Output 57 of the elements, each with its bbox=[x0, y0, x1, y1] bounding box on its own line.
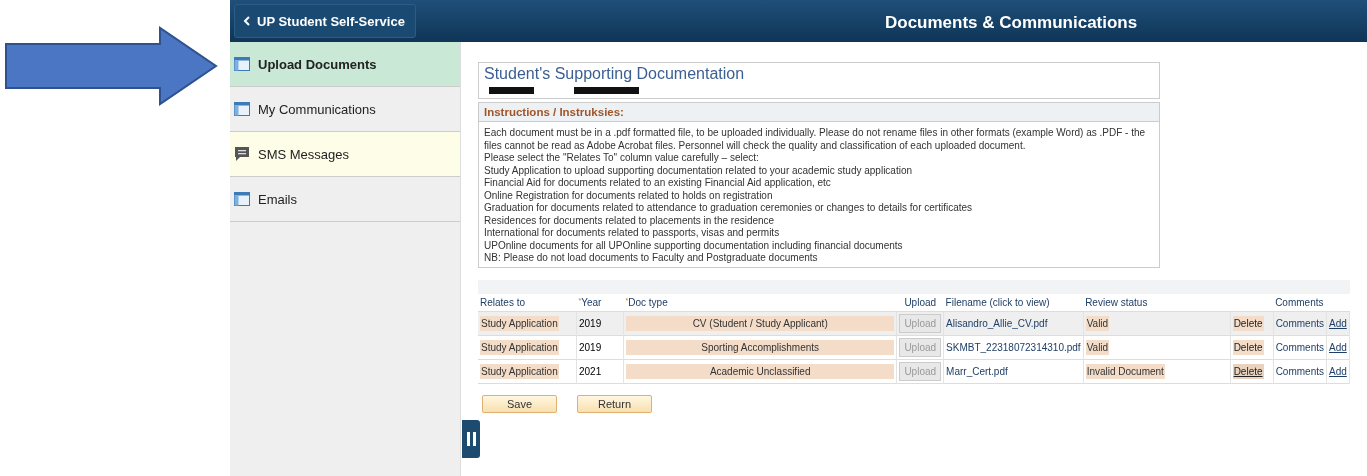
instruction-text: International for documents related to passports, visas and permits bbox=[484, 227, 781, 240]
year-value: 2021 bbox=[579, 365, 602, 377]
doc-type-value: Sporting Accomplishments bbox=[626, 339, 895, 355]
instruction-text: Please select the "Relates To" column value carefully – select: bbox=[484, 152, 760, 165]
instruction-text: Residences for documents related to placements in the residence bbox=[484, 214, 776, 227]
return-button[interactable]: Return bbox=[577, 394, 652, 413]
filename-link[interactable]: Marr_Cert.pdf bbox=[946, 365, 1008, 377]
back-button[interactable]: UP Student Self-Service bbox=[234, 4, 416, 38]
column-header: Year bbox=[581, 296, 602, 308]
add-link[interactable]: Add bbox=[1329, 365, 1347, 377]
comments-link[interactable]: Comments bbox=[1275, 365, 1324, 377]
redaction-mark bbox=[574, 87, 639, 94]
panel-title: Student's Supporting Documentation bbox=[484, 65, 746, 83]
chat-icon bbox=[234, 146, 250, 162]
column-header: Filename (click to view) bbox=[945, 296, 1050, 308]
instruction-text: Study Application to upload supporting documentation related to your academic study application bbox=[484, 164, 914, 177]
year-value: 2019 bbox=[579, 317, 602, 329]
add-link[interactable]: Add bbox=[1329, 341, 1347, 353]
page-title: Documents & Communications bbox=[885, 13, 1138, 33]
column-header: Doc type bbox=[628, 296, 668, 308]
window-icon bbox=[234, 192, 250, 206]
doc-type-value: Academic Unclassified bbox=[626, 363, 895, 379]
relates-to-value: Study Application bbox=[480, 315, 559, 331]
review-status-value: Invalid Document bbox=[1085, 363, 1165, 379]
relates-to-value: Study Application bbox=[480, 363, 559, 379]
pause-button[interactable] bbox=[462, 420, 480, 458]
instruction-text: UPOnline documents for all UPOnline supporting documentation including financial documents bbox=[484, 239, 904, 252]
review-status-value: Valid bbox=[1085, 315, 1110, 331]
sidebar-item[interactable]: SMS Messages bbox=[230, 132, 460, 177]
redaction-mark bbox=[489, 87, 534, 94]
window-icon bbox=[234, 102, 250, 116]
year-value: 2019 bbox=[579, 341, 602, 353]
add-link[interactable]: Add bbox=[1329, 317, 1347, 329]
column-header: Relates to bbox=[480, 296, 526, 308]
chevron-icon bbox=[243, 16, 251, 26]
window-icon bbox=[234, 57, 250, 71]
delete-link[interactable]: Delete bbox=[1232, 339, 1264, 355]
comments-link[interactable]: Comments bbox=[1275, 341, 1324, 353]
save-button[interactable]: Save bbox=[482, 394, 557, 413]
instruction-text: NB: Please do not load documents to Faculty and Postgraduate documents bbox=[484, 252, 819, 265]
instruction-text: Graduation for documents related to attendance to graduation ceremonies or changes to details for certificates bbox=[484, 202, 974, 215]
column-header: Upload bbox=[904, 296, 937, 308]
instructions-heading: Instructions / Instruksies: bbox=[478, 102, 1160, 122]
comments-link[interactable]: Comments bbox=[1275, 317, 1324, 329]
column-header: Review status bbox=[1085, 296, 1148, 308]
instruction-text: Financial Aid for documents related to an existing Financial Aid application, etc bbox=[484, 177, 832, 190]
sidebar-item[interactable]: Upload Documents bbox=[230, 42, 460, 87]
column-header: Comments bbox=[1275, 296, 1324, 308]
instruction-text: Each document must be in a .pdf formatted file, to be uploaded individually. Please do not rename files in other formats (example Word) as .PDF - the files cannot be read as Adobe Acrobat files. Personnel will check the quality and classification of each uploaded document. bbox=[484, 127, 1147, 152]
instruction-text: Online Registration for documents related to holds on registration bbox=[484, 189, 774, 202]
delete-link[interactable]: Delete bbox=[1232, 363, 1264, 379]
relates-to-value: Study Application bbox=[480, 339, 559, 355]
delete-link[interactable]: Delete bbox=[1232, 315, 1264, 331]
doc-type-value: CV (Student / Study Applicant) bbox=[626, 315, 895, 331]
filename-link[interactable]: SKMBT_22318072314310.pdf bbox=[946, 341, 1081, 353]
filename-link[interactable]: Alisandro_Allie_CV.pdf bbox=[946, 317, 1048, 329]
review-status-value: Valid bbox=[1085, 339, 1110, 355]
